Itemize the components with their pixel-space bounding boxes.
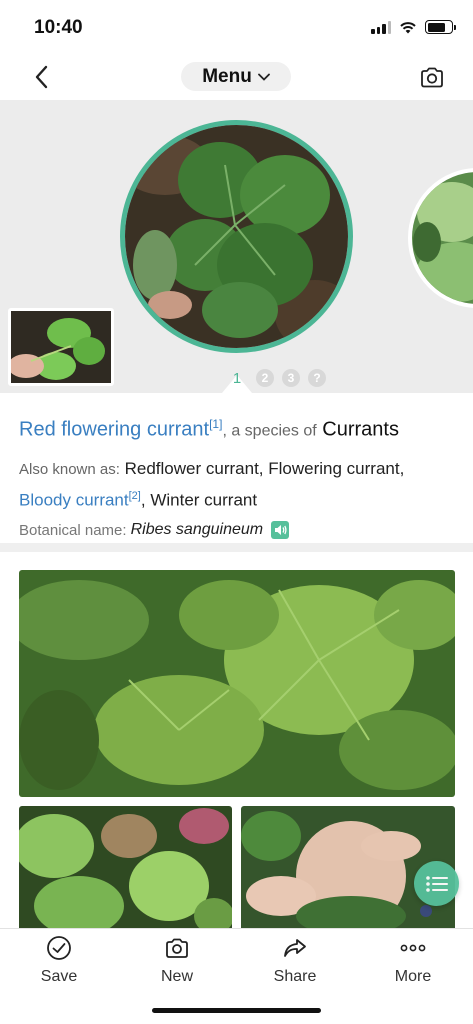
chevron-left-icon [35,65,48,89]
signal-icon [371,20,391,34]
aka-name-3-link[interactable]: Bloody currant [19,490,129,509]
species-connector: , a species of [222,422,317,440]
pager-tab-1[interactable]: 1 [226,367,248,389]
also-known-as: Also known as: Redflower currant, Flower… [19,455,454,514]
aka-name-3-ref[interactable]: [2] [129,490,141,502]
botanical-name-row: Botanical name: Ribes sanguineum [19,521,454,540]
common-name-ref[interactable]: [1] [209,417,222,431]
plant-photo-small-1[interactable] [19,806,232,936]
tab-new[interactable]: New [137,935,217,986]
nav-bar: Menu [0,52,473,100]
user-photo-thumbnail[interactable] [8,308,114,386]
photo-gallery: 1 2 3 ? [0,100,473,393]
tab-more-label: More [394,968,432,985]
pager-tab-unknown[interactable]: ? [308,369,326,387]
common-name-link[interactable]: Red flowering currant [19,419,209,441]
pager-tab-3[interactable]: 3 [282,369,300,387]
more-dots-icon [400,944,426,952]
aka-separator: , [258,458,264,478]
pronounce-button[interactable] [271,521,290,540]
chevron-down-icon [257,73,270,81]
photo-pager: 1 2 3 ? [226,367,326,389]
tab-save-label: Save [40,968,78,985]
aka-name-2: Flowering currant [268,458,400,478]
check-circle-icon [47,936,71,960]
battery-icon [425,20,456,34]
table-of-contents-button[interactable] [414,861,459,906]
botanical-name: Ribes sanguineum [130,521,264,539]
aka-name-1: Redflower currant [124,458,259,478]
wifi-icon [400,21,416,33]
aka-separator: , [399,458,405,478]
section-divider [0,543,473,552]
aka-name-4: Winter currant [150,490,258,510]
pager-tab-2[interactable]: 2 [256,369,274,387]
next-plant-photo[interactable] [408,168,473,308]
botanical-label: Botanical name: [19,521,127,539]
aka-label: Also known as: [19,460,120,478]
list-icon [425,875,448,892]
camera-button[interactable] [417,62,447,92]
status-icons [371,20,456,34]
menu-dropdown[interactable]: Menu [181,62,291,91]
plant-title: Red flowering currant[1], a species of C… [19,411,454,445]
tab-save[interactable]: Save [19,935,99,986]
plant-info: Red flowering currant[1], a species of C… [0,393,473,543]
back-button[interactable] [26,62,56,92]
camera-icon [166,938,188,958]
tab-share[interactable]: Share [255,935,335,986]
camera-icon [421,67,443,87]
tab-new-label: New [160,968,193,985]
aka-separator: , [140,490,146,510]
menu-label: Menu [202,65,252,87]
speaker-icon [274,525,287,536]
species-group[interactable]: Currants [322,419,399,441]
main-plant-photo[interactable] [120,120,353,353]
status-time: 10:40 [34,17,83,38]
tab-share-label: Share [273,968,317,985]
tab-more[interactable]: More [373,935,453,986]
share-arrow-icon [284,939,306,957]
plant-photo-large[interactable] [19,570,455,797]
status-bar: 10:40 [0,0,473,52]
home-indicator [152,1008,321,1013]
